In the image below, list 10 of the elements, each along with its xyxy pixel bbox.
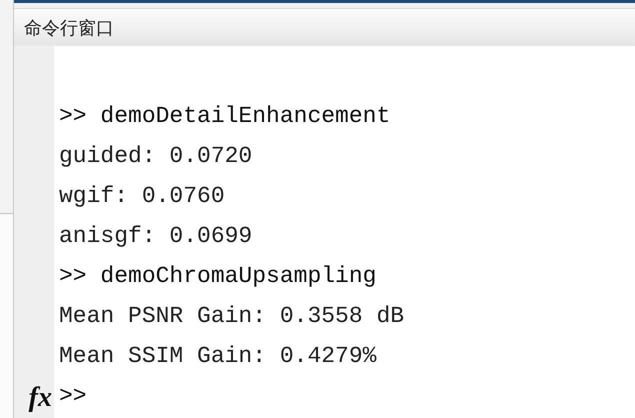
function-browser-button[interactable]: fx [28, 380, 52, 416]
output-line: Mean PSNR Gain: 0.3558 dB [59, 302, 404, 331]
output-line: Mean SSIM Gain: 0.4279% [59, 342, 376, 371]
command-prompt[interactable]: >> [59, 376, 87, 416]
output-line: anisgf: 0.0699 [59, 222, 252, 251]
panel-title: 命令行窗口 [24, 16, 114, 40]
command-line: >> demoChromaUpsampling [59, 262, 376, 291]
output-line: guided: 0.0720 [59, 142, 252, 171]
output-line: wgif: 0.0760 [59, 182, 225, 211]
command-line: >> demoDetailEnhancement [59, 102, 390, 131]
